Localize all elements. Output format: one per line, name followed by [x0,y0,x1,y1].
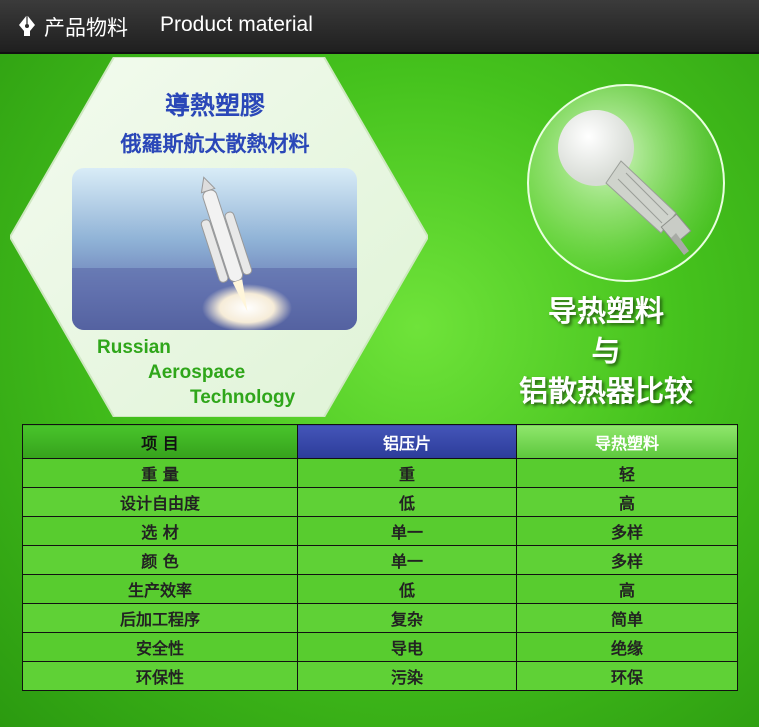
table-row: 颜 色 单一 多样 [22,545,738,575]
table-row: 重 量 重 轻 [22,458,738,488]
table-row: 后加工程序 复杂 简单 [22,603,738,633]
row-aluminum: 污染 [297,661,517,691]
comparison-title-line1: 导热塑料 [547,294,664,328]
table-row: 设计自由度 低 高 [22,487,738,517]
tech-label-line1: Russian [97,337,171,358]
header-title-en: Product material [160,13,313,36]
column-header-plastic: 导热塑料 [516,424,738,459]
led-bulb-image [527,84,725,282]
product-material-page: 产品物料 Product material 導熱塑膠 俄羅斯航太散熱材料 Rus… [0,0,759,727]
row-item: 选 材 [22,516,298,546]
comparison-table: 项 目 铝压片 导热塑料 重 量 重 轻 设计自由度 低 高 选 材 单一 多样 [22,424,738,691]
row-plastic: 多样 [516,545,738,575]
rocket-launch-image [72,168,357,330]
row-plastic: 多样 [516,516,738,546]
row-plastic: 绝缘 [516,632,738,662]
row-item: 生产效率 [22,574,298,604]
table-row: 环保性 污染 环保 [22,661,738,691]
table-row: 生产效率 低 高 [22,574,738,604]
row-item: 颜 色 [22,545,298,575]
row-aluminum: 重 [297,458,517,488]
row-plastic: 简单 [516,603,738,633]
hexagon-title-line2: 俄羅斯航太散熱材料 [120,132,310,156]
tech-label-line3: Technology [190,387,296,408]
row-item: 设计自由度 [22,487,298,517]
hexagon-title-line1: 導熱塑膠 [164,91,265,120]
row-aluminum: 低 [297,487,517,517]
row-aluminum: 单一 [297,516,517,546]
row-aluminum: 导电 [297,632,517,662]
header-title-cn: 产品物料 [44,16,128,40]
column-header-aluminum: 铝压片 [297,424,517,459]
comparison-title-line2: 与 [591,334,621,368]
comparison-title-line3: 铝散热器比较 [518,374,693,408]
table-row: 选 材 单一 多样 [22,516,738,546]
row-item: 重 量 [22,458,298,488]
row-aluminum: 低 [297,574,517,604]
column-header-item: 项 目 [22,424,298,459]
row-item: 安全性 [22,632,298,662]
row-plastic: 轻 [516,458,738,488]
row-plastic: 高 [516,487,738,517]
row-aluminum: 单一 [297,545,517,575]
table-row: 安全性 导电 绝缘 [22,632,738,662]
row-aluminum: 复杂 [297,603,517,633]
pen-nib-icon [19,15,35,36]
row-plastic: 环保 [516,661,738,691]
row-item: 后加工程序 [22,603,298,633]
tech-label-line2: Aerospace [148,362,246,383]
row-item: 环保性 [22,661,298,691]
row-plastic: 高 [516,574,738,604]
header-bar: 产品物料 Product material [0,0,759,54]
table-header-row: 项 目 铝压片 导热塑料 [22,424,738,459]
